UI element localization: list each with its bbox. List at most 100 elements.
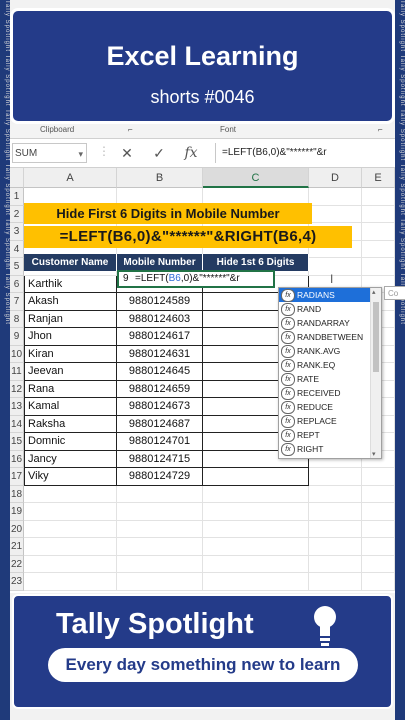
row-header[interactable]: 21 (10, 538, 24, 556)
grid-cell[interactable] (117, 485, 203, 503)
row-header[interactable]: 18 (10, 485, 24, 503)
mobile-number-cell[interactable]: 9880124729 (117, 468, 203, 486)
row-header[interactable]: 11 (10, 363, 24, 381)
grid-cell[interactable] (362, 188, 395, 206)
confirm-entry-button[interactable]: ✓ (148, 142, 170, 164)
grid-cell[interactable] (309, 205, 362, 223)
scroll-thumb[interactable] (373, 302, 379, 372)
hidden-number-cell[interactable] (203, 468, 309, 486)
column-header-a[interactable]: A (24, 168, 117, 188)
function-autocomplete-list[interactable]: fx RADIANS fx RAND fx RANDARRAY fx RANDBETWEEN f… (278, 287, 382, 459)
mobile-number-cell[interactable]: 9880124631 (117, 345, 203, 363)
ribbon-group-font[interactable]: Font (220, 125, 236, 134)
row-header[interactable]: 5 (10, 258, 24, 276)
grid-cell[interactable] (203, 573, 309, 591)
row-header[interactable]: 6 (10, 275, 24, 293)
customer-name-cell[interactable]: Kamal (24, 398, 117, 416)
row-header[interactable]: 16 (10, 450, 24, 468)
grid-cell[interactable] (117, 503, 203, 521)
row-header[interactable]: 4 (10, 240, 24, 258)
autocomplete-item[interactable]: fx RANDBETWEEN (279, 330, 371, 344)
mobile-number-cell[interactable]: 9880124659 (117, 380, 203, 398)
grid-cell[interactable] (24, 555, 117, 573)
mobile-number-cell[interactable]: 9880124687 (117, 415, 203, 433)
autocomplete-item[interactable]: fx RANDARRAY (279, 316, 371, 330)
grid-cell[interactable] (24, 573, 117, 591)
grid-cell[interactable] (203, 555, 309, 573)
mobile-number-cell[interactable]: 9880124645 (117, 363, 203, 381)
row-header[interactable]: 9 (10, 328, 24, 346)
customer-name-cell[interactable]: Jeevan (24, 363, 117, 381)
autocomplete-item[interactable]: fx REPT (279, 428, 371, 442)
clipboard-launcher-icon[interactable]: ⌐ (128, 125, 133, 134)
grid-cell[interactable] (309, 485, 362, 503)
autocomplete-item[interactable]: fx RIGHT (279, 442, 371, 456)
autocomplete-item[interactable]: fx REPLACE (279, 414, 371, 428)
row-header[interactable]: 17 (10, 468, 24, 486)
spreadsheet-grid[interactable]: A B C D E 1 2 3 4 5 6 7 8 9 10 11 12 13 14 15 16 17 18 19 2… (10, 168, 405, 593)
grid-cell[interactable] (362, 573, 395, 591)
grid-cell[interactable] (117, 538, 203, 556)
customer-name-cell[interactable]: Jancy (24, 450, 117, 468)
customer-name-cell[interactable]: Rana (24, 380, 117, 398)
row-header[interactable]: 2 (10, 205, 24, 223)
grid-cell[interactable] (309, 555, 362, 573)
grid-cell[interactable] (24, 538, 117, 556)
grid-cell[interactable] (24, 485, 117, 503)
grid-cell[interactable] (362, 485, 395, 503)
row-header[interactable]: 22 (10, 555, 24, 573)
row-header[interactable]: 8 (10, 310, 24, 328)
row-header[interactable]: 7 (10, 293, 24, 311)
grid-cell[interactable] (309, 538, 362, 556)
chevron-down-icon[interactable]: ▾ (78, 144, 83, 164)
active-cell-editor[interactable]: 9 =LEFT(B6,0)&"******"&r (117, 270, 275, 288)
mobile-number-cell[interactable]: 9880124589 (117, 293, 203, 311)
grid-cell[interactable] (203, 485, 309, 503)
grid-cell[interactable] (362, 240, 395, 258)
customer-name-cell[interactable]: Ranjan (24, 310, 117, 328)
grid-cell[interactable] (309, 573, 362, 591)
insert-function-button[interactable]: fx (180, 142, 202, 164)
row-header[interactable]: 3 (10, 223, 24, 241)
column-header-d[interactable]: D (309, 168, 362, 188)
grid-cell[interactable] (203, 503, 309, 521)
scroll-up-icon[interactable]: ▴ (372, 288, 376, 296)
grid-cell[interactable] (362, 503, 395, 521)
font-launcher-icon[interactable]: ⌐ (378, 125, 383, 134)
row-header[interactable]: 13 (10, 398, 24, 416)
grid-cell[interactable] (24, 503, 117, 521)
mobile-number-cell[interactable]: 9880124715 (117, 450, 203, 468)
grid-cell[interactable] (362, 538, 395, 556)
mobile-number-cell[interactable]: 9880124617 (117, 328, 203, 346)
grid-cell[interactable] (117, 520, 203, 538)
autocomplete-scrollbar[interactable]: ▴ ▾ (370, 288, 381, 458)
column-header-e[interactable]: E (362, 168, 395, 188)
customer-name-cell[interactable]: Karthik (24, 275, 117, 293)
scroll-down-icon[interactable]: ▾ (372, 450, 376, 458)
grid-cell[interactable] (362, 258, 395, 276)
autocomplete-item[interactable]: fx RATE (279, 372, 371, 386)
customer-name-cell[interactable]: Raksha (24, 415, 117, 433)
name-box[interactable]: SUM ▾ (12, 143, 87, 163)
grid-cell[interactable] (362, 205, 395, 223)
grid-cell[interactable] (117, 573, 203, 591)
autocomplete-item[interactable]: fx RECEIVED (279, 386, 371, 400)
customer-name-cell[interactable]: Kiran (24, 345, 117, 363)
row-header[interactable]: 1 (10, 188, 24, 206)
grid-cell[interactable] (362, 555, 395, 573)
row-header[interactable]: 10 (10, 345, 24, 363)
mobile-number-cell[interactable]: 9880124701 (117, 433, 203, 451)
grid-cell[interactable] (309, 503, 362, 521)
autocomplete-item[interactable]: fx REDUCE (279, 400, 371, 414)
grid-cell[interactable] (203, 538, 309, 556)
grid-cell[interactable] (203, 520, 309, 538)
row-header[interactable]: 20 (10, 520, 24, 538)
grid-cell[interactable] (362, 468, 395, 486)
column-header-c[interactable]: C (203, 168, 309, 188)
cancel-entry-button[interactable]: ✕ (116, 142, 138, 164)
customer-name-cell[interactable]: Jhon (24, 328, 117, 346)
mobile-number-cell[interactable]: 9880124603 (117, 310, 203, 328)
grid-cell[interactable] (309, 468, 362, 486)
row-header[interactable]: 15 (10, 433, 24, 451)
select-all-corner[interactable] (10, 168, 24, 188)
